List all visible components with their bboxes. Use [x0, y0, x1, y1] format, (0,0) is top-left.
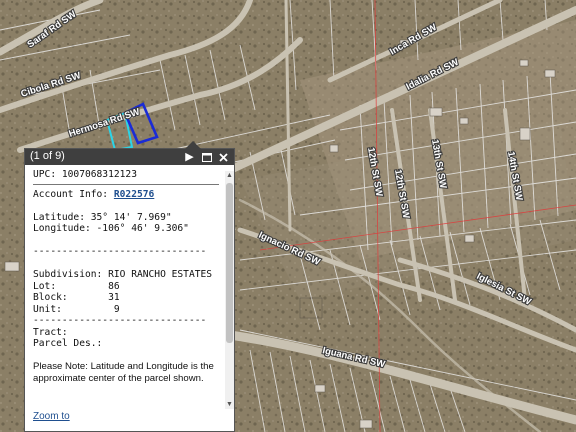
divider: [33, 183, 219, 185]
subdivision-value: Subdivision: RIO RANCHO ESTATES: [33, 269, 213, 280]
popup-controls: ▶: [184, 150, 229, 164]
parcel-des-value: Parcel Des.:: [33, 338, 103, 349]
longitude-value: Longitude: -106° 46' 9.306": [33, 223, 189, 234]
account-info-label: Account Info:: [33, 188, 114, 200]
latitude-value: Latitude: 35° 14' 7.969": [33, 211, 172, 223]
popup-header: (1 of 9) ▶: [25, 149, 234, 165]
close-icon[interactable]: [218, 152, 229, 163]
lot-value: Lot: 86: [33, 280, 120, 292]
scroll-thumb[interactable]: [226, 183, 233, 343]
parcel-info-popup: (1 of 9) ▶ UPC: 1007068312123 Account In…: [24, 141, 235, 432]
scroll-up-icon[interactable]: ▲: [225, 171, 234, 180]
popup-scrollbar[interactable]: ▲ ▼: [225, 171, 234, 409]
block-value: Block: 31: [33, 292, 120, 303]
result-count: (1 of 9): [30, 150, 65, 162]
dash-separator: ------------------------------: [33, 315, 207, 326]
unit-value: Unit: 9: [33, 303, 120, 315]
zoom-to-link[interactable]: Zoom to: [33, 411, 70, 422]
location-note: Please Note: Latitude and Longitude is t…: [33, 361, 214, 384]
triangle-right-icon[interactable]: ▶: [184, 151, 195, 163]
account-link[interactable]: R022576: [114, 189, 154, 200]
account-info-row: Account Info: R022576: [33, 189, 223, 201]
popup-content: UPC: 1007068312123 Account Info: R022576…: [33, 169, 223, 384]
scroll-down-icon[interactable]: ▼: [225, 400, 234, 409]
upc-value: UPC: 1007068312123: [33, 169, 137, 180]
dash-separator: ------------------------------: [33, 246, 207, 257]
maximize-icon[interactable]: [201, 152, 212, 163]
tract-value: Tract:: [33, 326, 68, 338]
popup-pointer: [185, 141, 201, 149]
